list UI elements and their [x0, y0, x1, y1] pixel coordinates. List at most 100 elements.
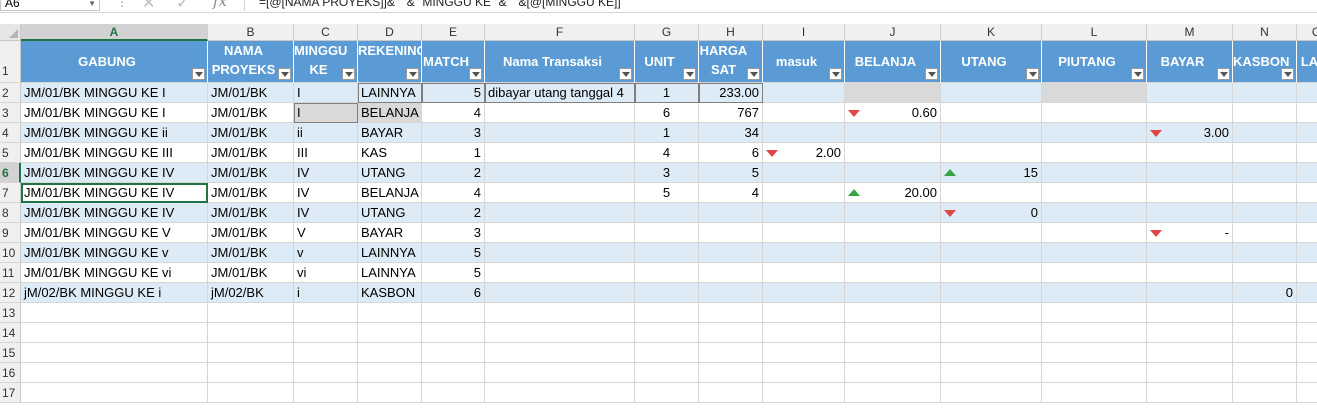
cell-b7[interactable]: JM/01/BK — [208, 183, 294, 203]
cell-e13[interactable] — [422, 303, 485, 323]
column-header-g[interactable]: G — [635, 24, 699, 41]
cell-o3[interactable] — [1297, 103, 1317, 123]
cell-m8[interactable] — [1147, 203, 1233, 223]
cell-i16[interactable] — [763, 363, 845, 383]
cell-i10[interactable] — [763, 243, 845, 263]
cell-a9[interactable]: JM/01/BK MINGGU KE V — [21, 223, 208, 243]
cell-b4[interactable]: JM/01/BK — [208, 123, 294, 143]
cell-k15[interactable] — [941, 343, 1042, 363]
cell-e4[interactable]: 3 — [422, 123, 485, 143]
cell-h12[interactable] — [699, 283, 763, 303]
row-header-4[interactable]: 4 — [0, 123, 21, 143]
cell-e11[interactable]: 5 — [422, 263, 485, 283]
cell-a10[interactable]: JM/01/BK MINGGU KE v — [21, 243, 208, 263]
cell-d10[interactable]: LAINNYA — [358, 243, 422, 263]
cell-o9[interactable] — [1297, 223, 1317, 243]
table-header-b[interactable]: NAMA PROYEKS — [208, 41, 294, 83]
cell-j10[interactable] — [845, 243, 941, 263]
cell-o15[interactable] — [1297, 343, 1317, 363]
cell-i17[interactable] — [763, 383, 845, 403]
cell-c9[interactable]: V — [294, 223, 358, 243]
cell-k5[interactable] — [941, 143, 1042, 163]
cell-i3[interactable] — [763, 103, 845, 123]
cell-a7[interactable]: JM/01/BK MINGGU KE IV — [21, 183, 208, 203]
cell-b2[interactable]: JM/01/BK — [208, 83, 294, 103]
row-header-11[interactable]: 11 — [0, 263, 21, 283]
cell-b17[interactable] — [208, 383, 294, 403]
cell-i9[interactable] — [763, 223, 845, 243]
row-header-5[interactable]: 5 — [0, 143, 21, 163]
cell-g10[interactable] — [635, 243, 699, 263]
cell-h17[interactable] — [699, 383, 763, 403]
cell-d4[interactable]: BAYAR — [358, 123, 422, 143]
cell-l7[interactable] — [1042, 183, 1147, 203]
cell-f3[interactable] — [485, 103, 635, 123]
cell-j4[interactable] — [845, 123, 941, 143]
cell-a6[interactable]: JM/01/BK MINGGU KE IV — [21, 163, 208, 183]
cell-k3[interactable] — [941, 103, 1042, 123]
cell-a15[interactable] — [21, 343, 208, 363]
cell-j11[interactable] — [845, 263, 941, 283]
fx-icon[interactable]: fx — [213, 0, 227, 10]
table-header-g[interactable]: UNIT — [635, 41, 699, 83]
cell-m10[interactable] — [1147, 243, 1233, 263]
cell-j14[interactable] — [845, 323, 941, 343]
filter-dropdown-icon[interactable] — [278, 68, 291, 80]
cell-f5[interactable] — [485, 143, 635, 163]
table-header-c[interactable]: MINGGU KE — [294, 41, 358, 83]
cell-b12[interactable]: jM/02/BK — [208, 283, 294, 303]
cell-k2[interactable] — [941, 83, 1042, 103]
cell-h6[interactable]: 5 — [699, 163, 763, 183]
table-header-d[interactable]: REKENING — [358, 41, 422, 83]
filter-dropdown-icon[interactable] — [1217, 68, 1230, 80]
cell-d6[interactable]: UTANG — [358, 163, 422, 183]
cell-e3[interactable]: 4 — [422, 103, 485, 123]
cell-b14[interactable] — [208, 323, 294, 343]
cell-o12[interactable] — [1297, 283, 1317, 303]
cell-f10[interactable] — [485, 243, 635, 263]
cell-c12[interactable]: i — [294, 283, 358, 303]
cell-g6[interactable]: 3 — [635, 163, 699, 183]
table-header-k[interactable]: UTANG — [941, 41, 1042, 83]
column-header-d[interactable]: D — [358, 24, 422, 41]
cell-n4[interactable] — [1233, 123, 1297, 143]
filter-dropdown-icon[interactable] — [683, 68, 696, 80]
check-icon[interactable]: ✓ — [176, 0, 189, 12]
select-all-corner[interactable] — [0, 24, 21, 41]
cell-j6[interactable] — [845, 163, 941, 183]
cell-g8[interactable] — [635, 203, 699, 223]
cell-j16[interactable] — [845, 363, 941, 383]
cell-n2[interactable] — [1233, 83, 1297, 103]
cell-b8[interactable]: JM/01/BK — [208, 203, 294, 223]
cell-c3[interactable]: I — [294, 103, 358, 123]
cell-k11[interactable] — [941, 263, 1042, 283]
column-header-o[interactable]: O — [1297, 24, 1317, 41]
row-header-2[interactable]: 2 — [0, 83, 21, 103]
cell-h8[interactable] — [699, 203, 763, 223]
cell-e15[interactable] — [422, 343, 485, 363]
cell-c6[interactable]: IV — [294, 163, 358, 183]
name-box-dropdown-icon[interactable]: ▼ — [88, 0, 96, 12]
cell-i12[interactable] — [763, 283, 845, 303]
cell-a12[interactable]: jM/02/BK MINGGU KE i — [21, 283, 208, 303]
cell-m11[interactable] — [1147, 263, 1233, 283]
cell-d15[interactable] — [358, 343, 422, 363]
cell-k10[interactable] — [941, 243, 1042, 263]
cell-b16[interactable] — [208, 363, 294, 383]
cell-f16[interactable] — [485, 363, 635, 383]
cell-l12[interactable] — [1042, 283, 1147, 303]
cell-o10[interactable] — [1297, 243, 1317, 263]
column-header-j[interactable]: J — [845, 24, 941, 41]
cell-l5[interactable] — [1042, 143, 1147, 163]
cell-e17[interactable] — [422, 383, 485, 403]
cell-h2[interactable]: 233.00 — [699, 83, 763, 103]
cell-k8[interactable]: 0 — [941, 203, 1042, 223]
cell-g16[interactable] — [635, 363, 699, 383]
cell-k4[interactable] — [941, 123, 1042, 143]
cell-g11[interactable] — [635, 263, 699, 283]
cell-b5[interactable]: JM/01/BK — [208, 143, 294, 163]
cell-d14[interactable] — [358, 323, 422, 343]
table-header-j[interactable]: BELANJA — [845, 41, 941, 83]
cell-a16[interactable] — [21, 363, 208, 383]
cell-d2[interactable]: LAINNYA — [358, 83, 422, 103]
